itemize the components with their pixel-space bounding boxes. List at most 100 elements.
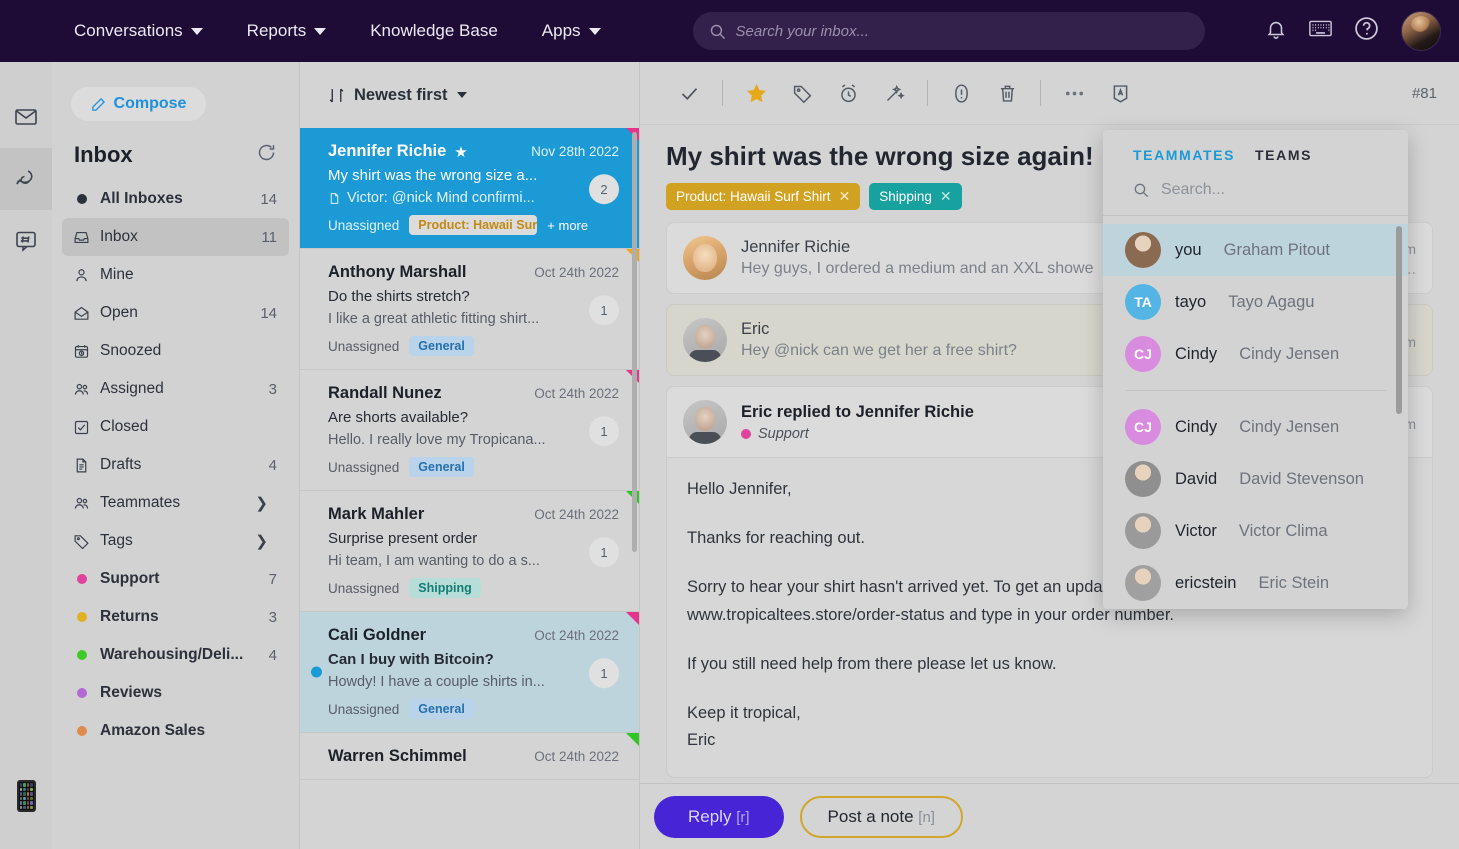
filled-dot-icon [72, 194, 91, 204]
teammate-row[interactable]: you Graham Pitout [1103, 224, 1408, 276]
star-icon[interactable] [733, 70, 779, 116]
tag-icon[interactable] [779, 70, 825, 116]
conversation-list-item[interactable]: Anthony Marshall Oct 24th 2022 Do the shir… [300, 249, 639, 370]
conversation-list-item[interactable]: Mark Mahler Oct 24th 2022 Surprise present… [300, 491, 639, 612]
star-icon[interactable]: ★ [454, 143, 467, 161]
list-scrollbar[interactable] [632, 132, 637, 552]
more-icon[interactable] [1051, 70, 1097, 116]
teammate-all-group: CJ Cindy Cindy Jensen David David Stevenson V… [1103, 401, 1408, 609]
mail-icon[interactable] [0, 86, 52, 148]
corner-marker [626, 733, 639, 746]
note-icon [330, 192, 339, 204]
toolbar-divider [722, 80, 723, 106]
toolbar-divider-3 [1040, 80, 1041, 106]
sidebar-folder-warehousing-deli[interactable]: Warehousing/Deli... 4 [62, 636, 289, 674]
nav-item-reports[interactable]: Reports [225, 21, 349, 41]
dropdown-scrollbar[interactable] [1396, 226, 1402, 414]
conversation-list-item[interactable]: Randall Nunez Oct 24th 2022 Are shorts ava… [300, 370, 639, 491]
conversation-tag[interactable]: Shipping [409, 578, 481, 598]
refresh-icon[interactable] [256, 142, 277, 168]
conversation-tag[interactable]: Product: Hawaii Surf Shirt [409, 215, 538, 235]
hash-icon[interactable] [0, 210, 52, 272]
topnav-actions [1265, 11, 1459, 51]
sidebar-folder-returns[interactable]: Returns 3 [62, 598, 289, 636]
teammate-search-input[interactable] [1160, 181, 1378, 199]
conversation-tag-pill[interactable]: Product: Hawaii Surf Shirt ✕ [666, 183, 861, 210]
conversation-list-item[interactable]: Jennifer Richie ★ Nov 28th 2022 My shirt wa… [300, 128, 639, 249]
nav-item-label: Apps [541, 21, 581, 40]
close-icon[interactable]: ✕ [839, 188, 851, 205]
teammate-row[interactable]: CJ Cindy Cindy Jensen [1103, 401, 1408, 453]
compose-button[interactable]: Compose [70, 86, 207, 122]
sidebar-nav-list: All Inboxes 14 Inbox 11 Mine Open 14 Snoozed Ass… [52, 176, 299, 750]
nav-item-apps[interactable]: Apps [520, 21, 623, 41]
bell-icon[interactable] [1265, 18, 1287, 45]
sidebar-item-teammates[interactable]: Teammates ❯ [62, 484, 289, 522]
teammate-row[interactable]: CJ Cindy Cindy Jensen [1103, 328, 1408, 380]
assign-icon[interactable] [1097, 70, 1143, 116]
close-icon[interactable]: ✕ [940, 188, 952, 205]
magic-wand-icon[interactable] [871, 70, 917, 116]
alert-icon[interactable] [938, 70, 984, 116]
teammate-fullname: Graham Pitout [1223, 240, 1330, 259]
teammate-fullname: Cindy Jensen [1239, 417, 1340, 436]
global-search[interactable] [692, 12, 1205, 50]
nav-item-knowledge-base[interactable]: Knowledge Base [348, 21, 520, 41]
conversation-id: #81 [1411, 84, 1437, 102]
check-icon[interactable] [666, 70, 712, 116]
sidebar-item-mine[interactable]: Mine [62, 256, 289, 294]
conversation-list-item[interactable]: Warren Schimmel Oct 24th 2022 [300, 733, 639, 780]
sidebar-folder-label: Returns [100, 608, 159, 625]
compose-label: Compose [113, 95, 187, 112]
tag-pill-label: Product: Hawaii Surf Shirt [676, 189, 831, 204]
sidebar-item-inbox[interactable]: Inbox 11 [62, 218, 289, 256]
chevron-down-icon [456, 92, 467, 98]
snooze-icon[interactable] [825, 70, 871, 116]
sidebar-item-drafts[interactable]: Drafts 4 [62, 446, 289, 484]
sort-control[interactable]: Newest first [300, 62, 639, 128]
sidebar-folder-reviews[interactable]: Reviews [62, 674, 289, 712]
teammate-fullname: Eric Stein [1258, 573, 1330, 592]
chat-icon[interactable] [0, 148, 52, 210]
dropdown-tab-teammates[interactable]: TEAMMATES [1133, 147, 1235, 163]
avatar [683, 236, 727, 280]
conversation-preview: Victor: @nick Mind confirmi... [328, 190, 619, 206]
tag-icon [72, 533, 91, 550]
reply-button[interactable]: Reply [r] [654, 795, 784, 838]
post-note-button[interactable]: Post a note [n] [799, 795, 963, 838]
trash-icon[interactable] [984, 70, 1030, 116]
teammate-search[interactable] [1103, 175, 1408, 216]
conversation-preview-text: Howdy! I have a couple shirts in... [328, 674, 545, 690]
teammate-row[interactable]: David David Stevenson [1103, 453, 1408, 505]
keyboard-icon[interactable] [1309, 19, 1332, 43]
sidebar-folder-amazon-sales[interactable]: Amazon Sales [62, 712, 289, 750]
sidebar-item-label: Open [100, 304, 138, 321]
sidebar-item-closed[interactable]: Closed [62, 408, 289, 446]
teammate-row[interactable]: ericstein Eric Stein [1103, 557, 1408, 609]
sidebar-folder-support[interactable]: Support 7 [62, 560, 289, 598]
teammate-row[interactable]: TA tayo Tayo Agagu [1103, 276, 1408, 328]
search-input[interactable] [735, 22, 1189, 40]
conversation-tag[interactable]: General [409, 457, 474, 477]
sidebar-item-label: Tags [100, 532, 133, 549]
conversation-subject: Can I buy with Bitcoin? [328, 651, 494, 668]
sidebar-item-assigned[interactable]: Assigned 3 [62, 370, 289, 408]
color-dot-icon [741, 428, 751, 439]
teammate-row[interactable]: Victor Victor Clima [1103, 505, 1408, 557]
conversation-tag-pill[interactable]: Shipping ✕ [869, 183, 962, 210]
conversation-more-tags[interactable]: + more [547, 218, 588, 233]
help-icon[interactable] [1354, 16, 1379, 46]
teammate-fullname: Victor Clima [1238, 521, 1328, 540]
conversation-tag[interactable]: General [409, 336, 474, 356]
conversation-tag[interactable]: General [409, 699, 474, 719]
user-avatar[interactable] [1401, 11, 1441, 51]
sidebar-item-open[interactable]: Open 14 [62, 294, 289, 332]
sidebar-item-tags[interactable]: Tags ❯ [62, 522, 289, 560]
dropdown-tab-teams[interactable]: TEAMS [1255, 147, 1312, 163]
sidebar-item-all-inboxes[interactable]: All Inboxes 14 [62, 180, 289, 218]
sidebar-item-label: Teammates [100, 494, 181, 511]
sidebar-item-snoozed[interactable]: Snoozed [62, 332, 289, 370]
phone-icon[interactable] [0, 765, 52, 827]
nav-item-conversations[interactable]: Conversations [52, 21, 225, 41]
conversation-list-item[interactable]: Cali Goldner Oct 24th 2022 Can I buy with … [300, 612, 639, 733]
